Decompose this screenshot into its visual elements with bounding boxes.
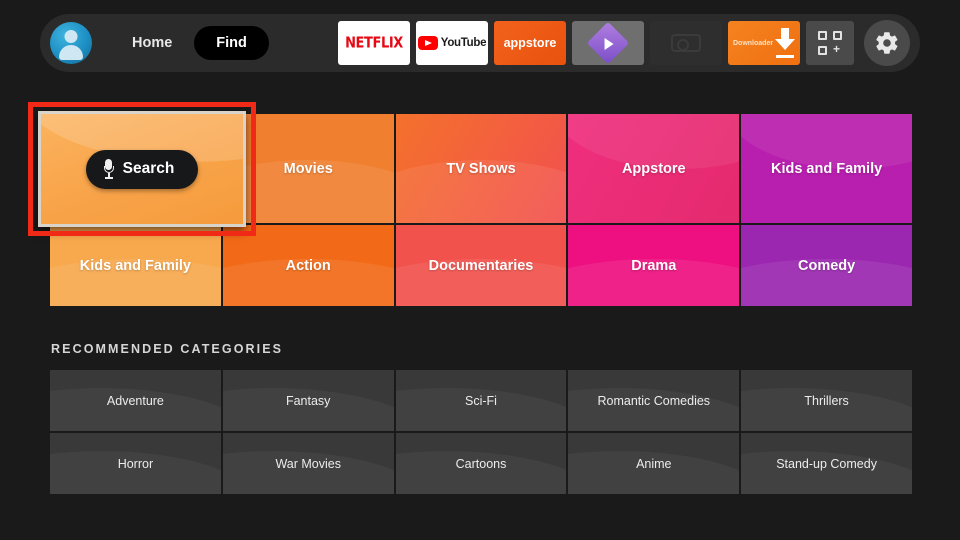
top-navigation-bar: Home Find NETFLIX YouTube appstore Downl… <box>40 14 920 72</box>
recommended-label: Horror <box>117 456 154 471</box>
recommended-categories-grid: Adventure Fantasy Sci-Fi Romantic Comedi… <box>50 370 912 494</box>
settings-button[interactable] <box>864 20 910 66</box>
app-tile-youtube[interactable]: YouTube <box>416 21 488 65</box>
apps-grid-icon: + <box>818 31 842 55</box>
appstore-logo-text: appstore <box>503 36 557 50</box>
recommended-label: Sci-Fi <box>465 393 497 408</box>
avatar-head-shape <box>64 30 78 43</box>
recommended-tile-romantic-comedies[interactable]: Romantic Comedies <box>568 370 740 431</box>
category-tile-drama[interactable]: Drama <box>568 225 740 306</box>
recommended-categories-heading: RECOMMENDED CATEGORIES <box>51 342 284 356</box>
app-tile-downloader[interactable]: Downloader <box>728 21 800 65</box>
recommended-tile-anime[interactable]: Anime <box>568 433 740 494</box>
recommended-tile-sci-fi[interactable]: Sci-Fi <box>395 370 567 431</box>
app-tile-prime-video[interactable] <box>572 21 644 65</box>
recommended-tile-stand-up-comedy[interactable]: Stand-up Comedy <box>741 433 912 494</box>
search-tile-cell: Search <box>28 102 256 236</box>
nav-links: Home Find <box>114 26 269 60</box>
recommended-label: Adventure <box>106 393 164 408</box>
category-tile-library[interactable]: Movies <box>222 114 394 223</box>
plus-glyph: + <box>832 42 840 56</box>
category-tile-movies[interactable]: TV Shows <box>395 114 567 223</box>
profile-avatar[interactable] <box>50 22 92 64</box>
app-shortcut-list: NETFLIX YouTube appstore Downloader + <box>338 20 910 66</box>
avatar-body-shape <box>59 45 83 60</box>
prime-video-play-icon <box>586 21 630 65</box>
category-label: Documentaries <box>428 257 534 274</box>
youtube-play-icon <box>417 36 438 50</box>
category-label: Drama <box>631 257 677 274</box>
recommended-tile-thrillers[interactable]: Thrillers <box>741 370 912 431</box>
firetv-find-screen: Home Find NETFLIX YouTube appstore Downl… <box>0 0 960 540</box>
recommended-label: Cartoons <box>455 456 507 471</box>
category-tile-comedy[interactable]: Comedy <box>741 225 912 306</box>
category-label: Appstore <box>621 160 686 177</box>
search-tile[interactable]: Search <box>38 111 246 227</box>
netflix-logo-text: NETFLIX <box>345 34 403 52</box>
recommended-tile-fantasy[interactable]: Fantasy <box>222 370 394 431</box>
category-tile-kids-and-family[interactable]: Kids and Family <box>50 225 221 306</box>
category-tile-tv-shows[interactable]: Appstore <box>568 114 740 223</box>
category-label: TV Shows <box>446 160 516 177</box>
recommended-label: Romantic Comedies <box>597 393 711 408</box>
recommended-label: Thrillers <box>804 393 849 408</box>
category-label: Comedy <box>797 257 856 274</box>
category-tile-documentaries[interactable]: Documentaries <box>395 225 567 306</box>
nav-item-find[interactable]: Find <box>194 26 269 60</box>
recommended-label: Stand-up Comedy <box>776 456 877 471</box>
recommended-label: War Movies <box>275 456 341 471</box>
youtube-logo-text: YouTube <box>440 37 487 49</box>
download-arrow-icon <box>775 28 795 58</box>
category-tile-appstore[interactable]: Kids and Family <box>741 114 912 223</box>
category-label: Kids and Family <box>770 160 883 177</box>
app-tile-dim-app[interactable] <box>650 21 722 65</box>
app-tile-appstore[interactable]: appstore <box>494 21 566 65</box>
downloader-logo-text: Downloader <box>733 39 774 47</box>
category-grid: Search Movies TV Shows Appstore Kids and… <box>28 102 912 306</box>
recommended-label: Fantasy <box>285 393 331 408</box>
category-tile-action[interactable]: Action <box>222 225 394 306</box>
search-label: Search <box>122 160 175 177</box>
category-label: Movies <box>283 160 333 177</box>
category-label: Action <box>285 257 331 274</box>
microphone-icon <box>103 159 114 179</box>
recommended-tile-cartoons[interactable]: Cartoons <box>395 433 567 494</box>
recommended-tile-horror[interactable]: Horror <box>50 433 221 494</box>
apps-grid-button[interactable]: + <box>806 21 854 65</box>
category-label: Kids and Family <box>79 257 191 274</box>
recommended-tile-war-movies[interactable]: War Movies <box>222 433 394 494</box>
recommended-tile-adventure[interactable]: Adventure <box>50 370 221 431</box>
search-pill[interactable]: Search <box>85 149 199 189</box>
recommended-label: Anime <box>636 456 672 471</box>
gear-icon <box>876 32 898 54</box>
nav-item-home[interactable]: Home <box>114 26 190 60</box>
app-tile-netflix[interactable]: NETFLIX <box>338 21 410 65</box>
generic-app-icon <box>671 34 701 52</box>
